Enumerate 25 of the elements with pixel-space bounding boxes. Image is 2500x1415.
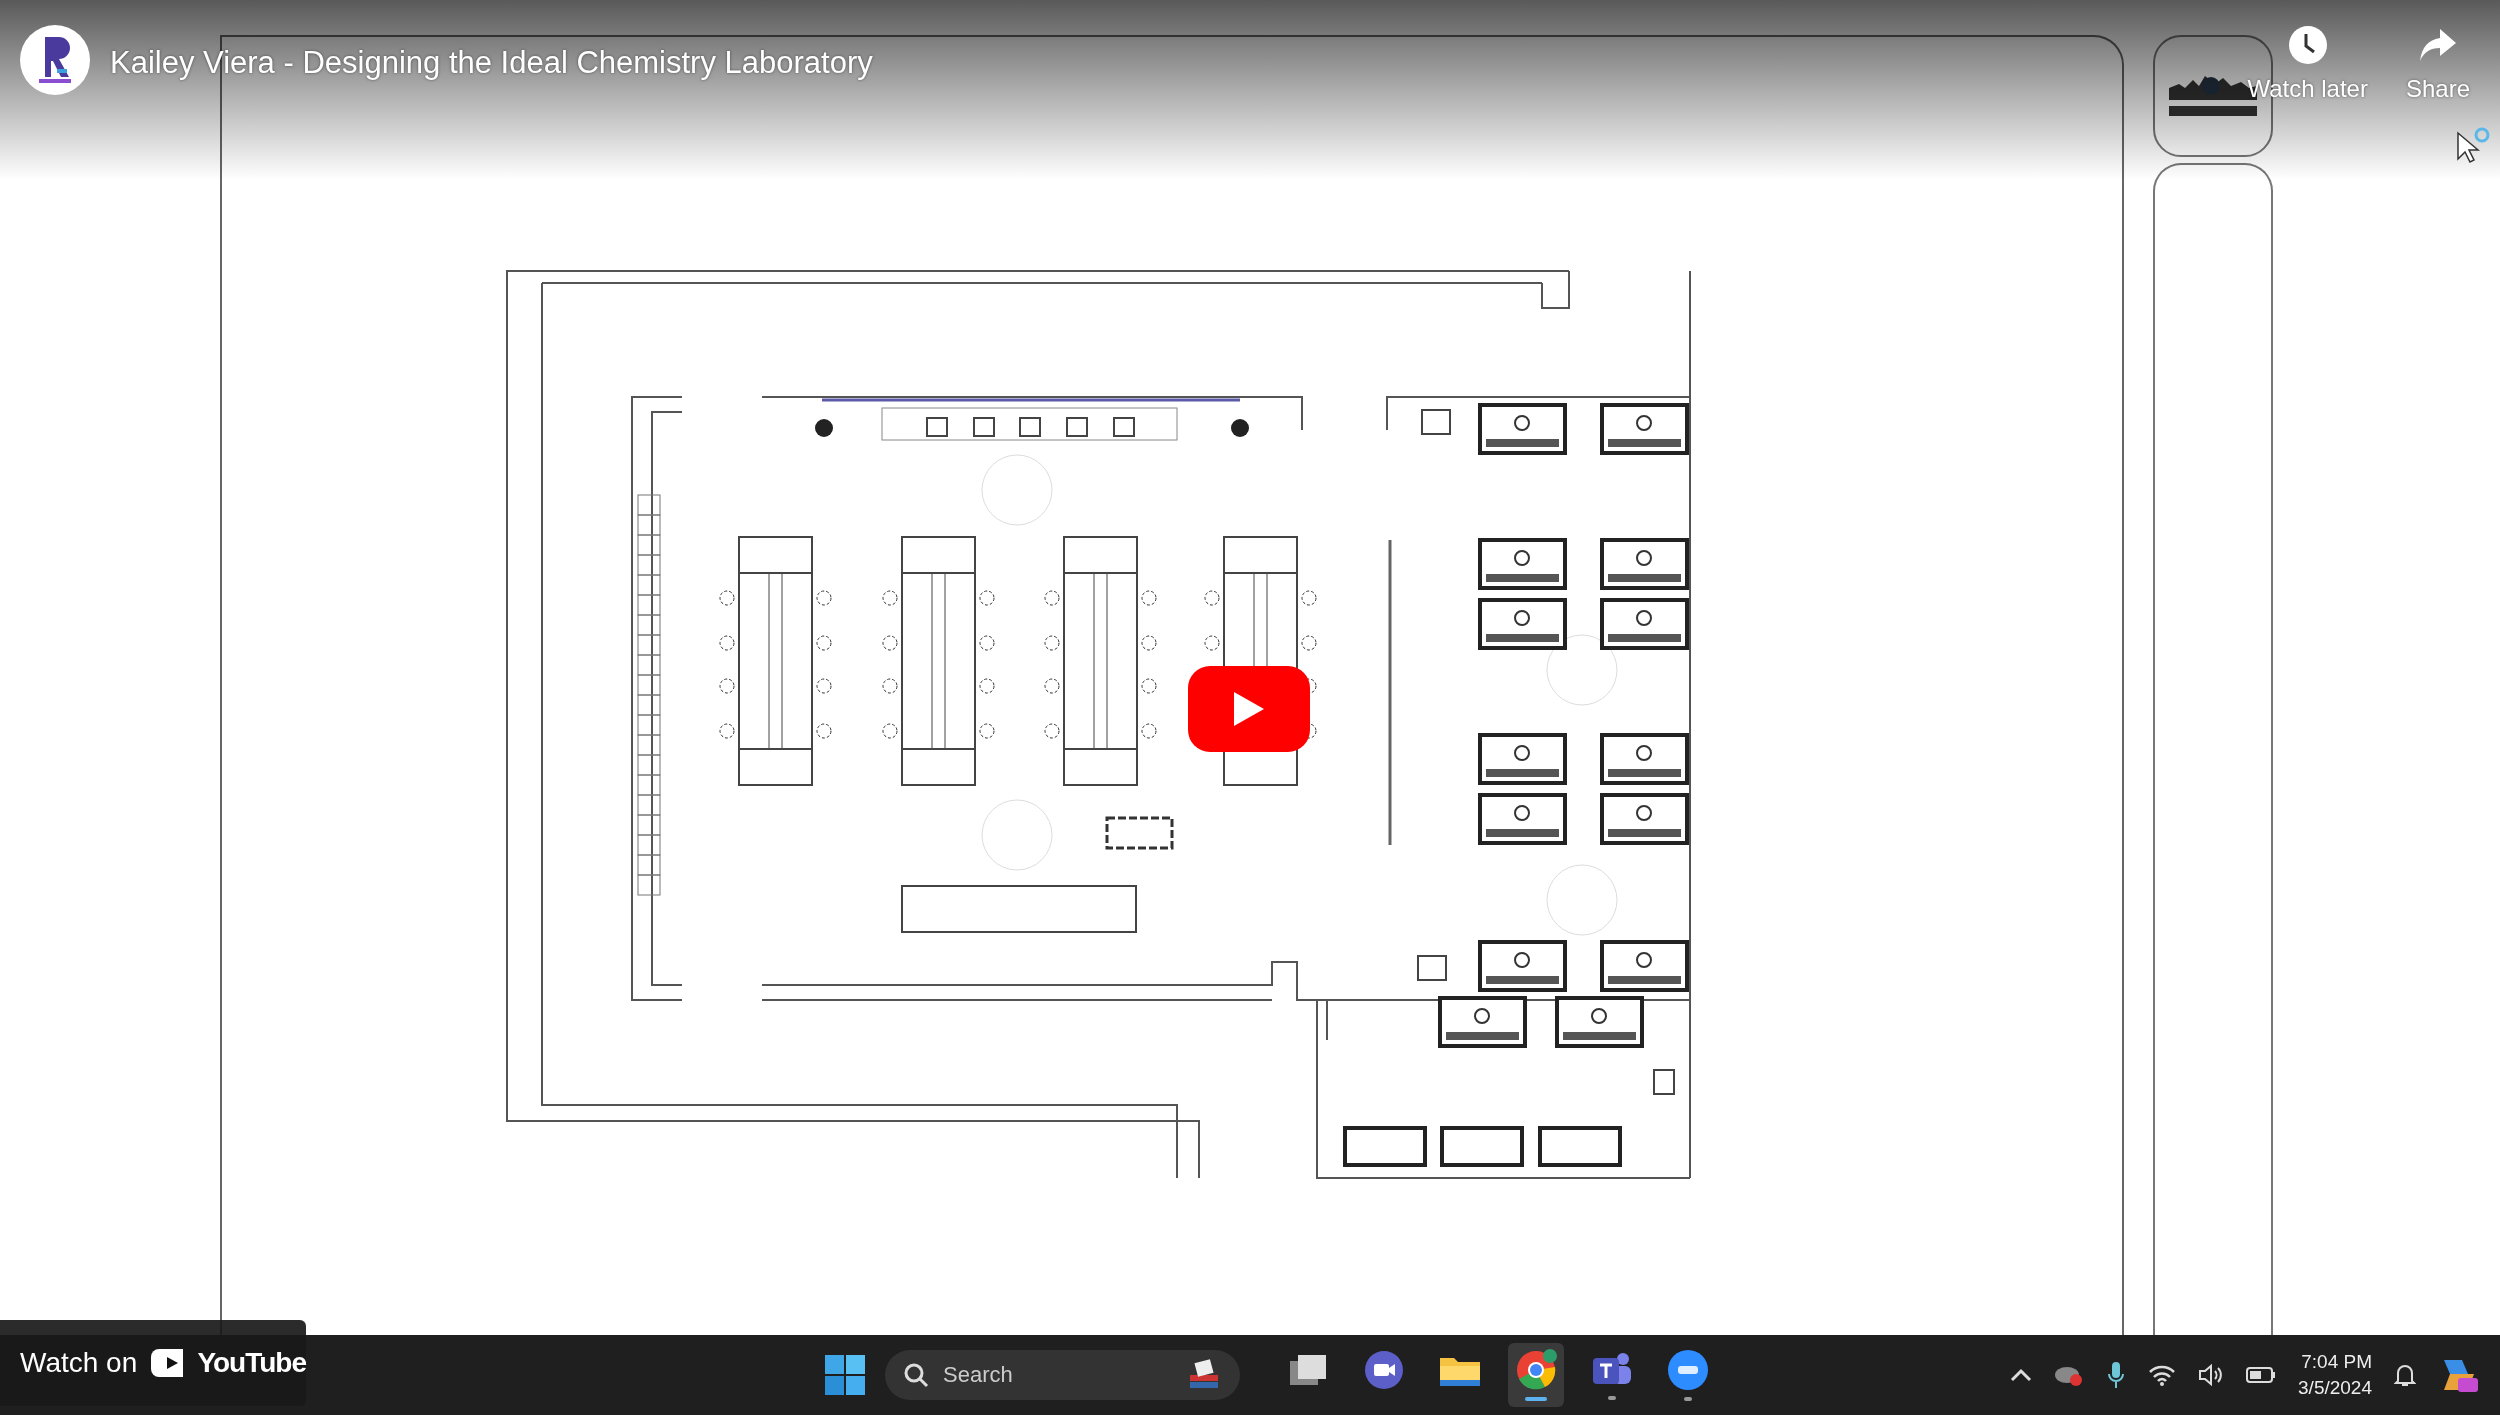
microphone-icon[interactable] <box>2106 1360 2127 1390</box>
battery-icon[interactable] <box>2246 1366 2277 1384</box>
clock-icon <box>2287 25 2328 65</box>
play-icon <box>1232 690 1266 728</box>
cursor-icon <box>2456 125 2490 165</box>
chevron-up-icon[interactable] <box>2010 1368 2033 1382</box>
play-button[interactable] <box>1188 666 1310 752</box>
search-field[interactable]: Search <box>885 1350 1240 1400</box>
meeting-icon <box>1667 1349 1709 1391</box>
start-icon[interactable] <box>825 1355 865 1395</box>
taskbar-clock[interactable]: 7:04 PM 3/5/2024 <box>2298 1351 2372 1399</box>
search-icon <box>903 1362 929 1388</box>
play-logo-icon <box>151 1349 184 1377</box>
watch-on-label: Watch on <box>20 1347 138 1379</box>
bell-icon[interactable] <box>2394 1362 2416 1388</box>
clock-date: 3/5/2024 <box>2298 1377 2372 1399</box>
clock-time: 7:04 PM <box>2301 1351 2372 1373</box>
volume-icon[interactable] <box>2198 1363 2225 1387</box>
taskbar-app-button[interactable] <box>1508 1343 1564 1407</box>
brand-wordmark: YouTube <box>197 1347 306 1379</box>
browser-icon <box>1515 1349 1557 1391</box>
camera-icon <box>1364 1350 1404 1390</box>
watch-on-youtube-link[interactable]: Watch on YouTube <box>0 1320 306 1406</box>
window-stack-icon <box>1288 1353 1328 1387</box>
wifi-icon[interactable] <box>2148 1363 2177 1387</box>
